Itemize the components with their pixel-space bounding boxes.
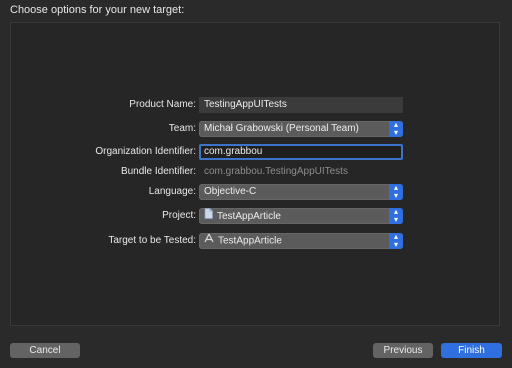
cancel-button[interactable]: Cancel [10,343,80,358]
language-value: Objective-C [204,186,257,197]
product-name-field[interactable]: TestingAppUITests [199,97,403,113]
document-icon [204,208,213,225]
target-popup[interactable]: TestAppArticle ▴ ▾ [199,233,403,249]
chevron-updown-icon: ▴ ▾ [389,208,403,224]
chevron-updown-icon: ▴ ▾ [389,233,403,249]
org-identifier-field[interactable]: com.grabbou [199,144,403,160]
language-popup[interactable]: Objective-C ▴ ▾ [199,184,403,200]
team-popup[interactable]: Michał Grabowski (Personal Team) ▴ ▾ [199,121,403,137]
team-label: Team: [168,123,196,134]
org-identifier-label: Organization Identifier: [95,146,196,157]
project-label: Project: [162,210,196,221]
project-value: TestAppArticle [217,211,281,223]
team-value: Michał Grabowski (Personal Team) [204,123,359,134]
target-label: Target to be Tested: [108,235,196,246]
dialog-title: Choose options for your new target: [10,4,185,16]
previous-button[interactable]: Previous [373,343,433,358]
language-row: Language: Objective-C ▴ ▾ [0,184,512,202]
chevron-updown-icon: ▴ ▾ [389,184,403,200]
app-target-icon [204,233,214,249]
project-row: Project: TestAppArticle ▴ ▾ [0,208,512,226]
bundle-identifier-value: com.grabbou.TestingAppUITests [204,166,348,177]
chevron-updown-icon: ▴ ▾ [389,121,403,137]
finish-button[interactable]: Finish [441,343,502,358]
bundle-identifier-row: Bundle Identifier: com.grabbou.TestingAp… [0,164,512,182]
language-label: Language: [148,186,196,197]
org-identifier-row: Organization Identifier: com.grabbou [0,144,512,162]
product-name-row: Product Name: TestingAppUITests [0,97,512,115]
product-name-label: Product Name: [129,99,196,110]
target-row: Target to be Tested: TestAppArticle ▴ ▾ [0,233,512,251]
project-popup[interactable]: TestAppArticle ▴ ▾ [199,208,403,224]
target-value: TestAppArticle [218,235,282,247]
bundle-identifier-label: Bundle Identifier: [120,166,196,177]
team-row: Team: Michał Grabowski (Personal Team) ▴… [0,121,512,139]
